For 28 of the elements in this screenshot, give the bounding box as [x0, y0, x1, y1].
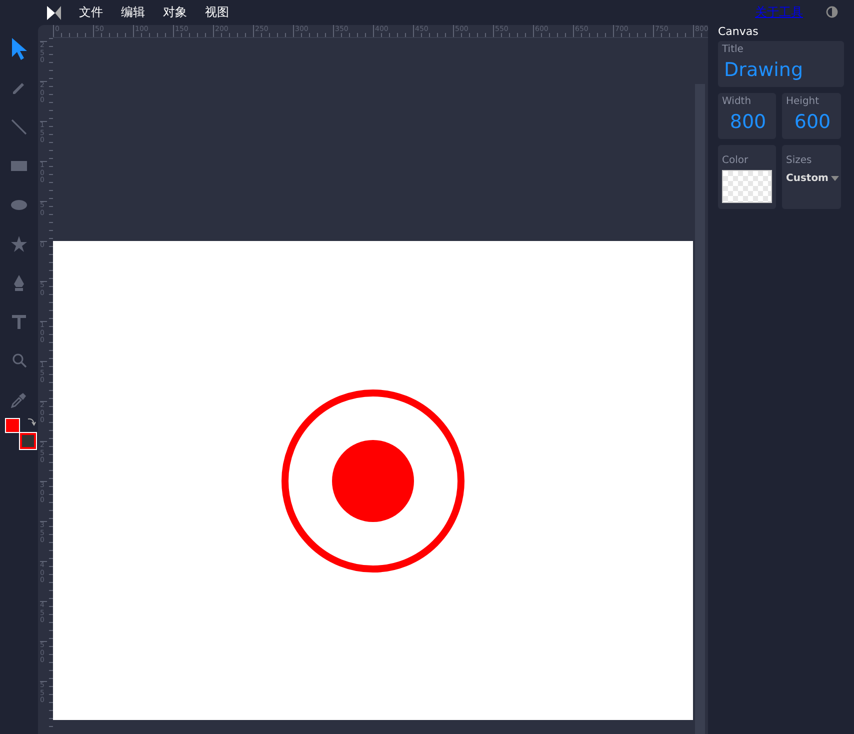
menu-item[interactable]: 文件	[79, 4, 103, 21]
pointer-icon	[10, 36, 28, 60]
pencil-icon	[12, 80, 26, 94]
contrast-icon[interactable]	[826, 6, 838, 18]
panel-heading: Canvas	[718, 25, 760, 38]
color-swatch[interactable]	[722, 170, 772, 203]
fill-swatch[interactable]	[5, 418, 20, 433]
menu-item[interactable]: 编辑	[121, 4, 145, 21]
stroke-swatch[interactable]	[20, 433, 36, 449]
field-label: Color	[722, 155, 748, 166]
text-tool-icon	[12, 314, 26, 328]
menu-item[interactable]: 对象	[163, 4, 187, 21]
width-field[interactable]: Width 800	[718, 93, 776, 139]
menu-item[interactable]: 视图	[205, 4, 229, 21]
swap-icon[interactable]	[27, 417, 36, 426]
height-field[interactable]: Height 600	[782, 93, 841, 139]
star-icon	[11, 236, 27, 252]
ellipse-icon	[11, 200, 27, 210]
pen-nib-icon	[13, 274, 25, 290]
sizes-dropdown[interactable]: Custom	[786, 173, 840, 184]
search-icon	[12, 353, 26, 368]
eyedropper-icon	[11, 392, 27, 408]
field-label: Sizes	[786, 155, 812, 166]
rectangle-icon	[11, 160, 27, 170]
line-icon	[11, 118, 27, 134]
title-field[interactable]: Title Drawing	[718, 41, 844, 87]
logo-icon	[47, 6, 61, 20]
caret-icon	[831, 176, 840, 181]
